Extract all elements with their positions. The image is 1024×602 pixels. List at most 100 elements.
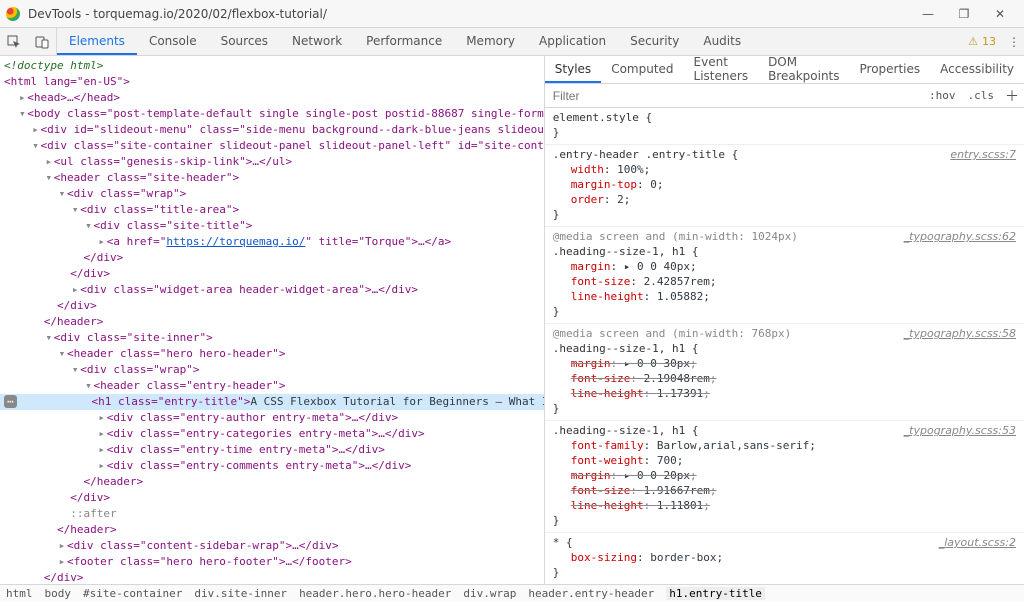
time-meta-node[interactable]: <div class="entry-time entry-meta">…</di… [107,443,385,456]
div-close-5: </div> [44,571,84,584]
crumb-wrap[interactable]: div.wrap [463,587,516,600]
css-declaration[interactable]: order: 2; [553,192,1016,207]
rule-source-link[interactable]: _typography.scss:58 [904,326,1016,341]
css-declaration[interactable]: box-sizing: border-box; [553,550,1016,565]
subtab-computed[interactable]: Computed [601,56,683,83]
rule-source-link[interactable]: entry.scss:7 [950,147,1016,162]
subtab-event-listeners[interactable]: Event Listeners [684,56,759,83]
selected-node-row[interactable]: ⋯ <h1 class="entry-title">A CSS Flexbox … [0,394,544,410]
crumb-body[interactable]: body [45,587,72,600]
cls-toggle[interactable]: .cls [962,89,1001,102]
css-declaration[interactable]: font-family: Barlow,arial,sans-serif; [553,438,1016,453]
subtab-dom-breakpoints[interactable]: DOM Breakpoints [758,56,849,83]
tab-audits[interactable]: Audits [691,28,753,55]
css-declaration[interactable]: margin: ▸ 0 0 20px; [553,468,1016,483]
rule-source-link[interactable]: _typography.scss:62 [904,229,1016,244]
torque-link-close: " title="Torque">…</a> [305,235,451,248]
css-rule[interactable]: entry.scss:7.entry-header .entry-title {… [545,145,1024,227]
tab-security[interactable]: Security [618,28,691,55]
rule-selector[interactable]: .heading--size-1, h1 { [553,244,1016,259]
rule-selector[interactable]: .heading--size-1, h1 { [553,341,1016,356]
minimize-button[interactable]: — [910,1,946,27]
author-meta-node[interactable]: <div class="entry-author entry-meta">…</… [107,411,398,424]
content-sidebar-node[interactable]: <div class="content-sidebar-wrap">…</div… [67,539,339,552]
crumb-entry-header[interactable]: header.entry-header [528,587,654,600]
rule-selector[interactable]: .entry-header .entry-title { [553,147,1016,162]
close-button[interactable]: ✕ [982,1,1018,27]
tab-sources[interactable]: Sources [209,28,280,55]
comments-meta-node[interactable]: <div class="entry-comments entry-meta">…… [107,459,412,472]
wrap-node-1[interactable]: <div class="wrap"> [67,187,186,200]
crumb-site-container[interactable]: #site-container [83,587,182,600]
slideout-menu-node[interactable]: <div id="slideout-menu" class="side-menu… [41,123,544,136]
tab-elements[interactable]: Elements [57,28,137,55]
subtab-styles[interactable]: Styles [545,56,601,83]
div-close-1: </div> [83,251,123,264]
maximize-button[interactable]: ❐ [946,1,982,27]
css-declaration[interactable]: font-size: 2.42857rem; [553,274,1016,289]
header-close-1: </header> [44,315,104,328]
widget-area-node[interactable]: <div class="widget-area header-widget-ar… [80,283,418,296]
css-declaration[interactable]: line-height: 1.17391; [553,386,1016,401]
elements-tree[interactable]: <!doctype html> <html lang="en-US"> ▸<he… [0,56,544,584]
device-toggle-icon[interactable] [28,28,56,55]
tab-performance[interactable]: Performance [354,28,454,55]
devtools-toolbar: Elements Console Sources Network Perform… [0,28,1024,56]
css-rule[interactable]: _typography.scss:53.heading--size-1, h1 … [545,421,1024,533]
css-declaration[interactable]: font-size: 2.19048rem; [553,371,1016,386]
header-close-2: </header> [83,475,143,488]
css-rule[interactable]: _typography.scss:62@media screen and (mi… [545,227,1024,324]
html-open[interactable]: <html lang="en-US"> [4,75,130,88]
subtab-properties[interactable]: Properties [850,56,931,83]
subtab-accessibility[interactable]: Accessibility [930,56,1024,83]
title-area-node[interactable]: <div class="title-area"> [80,203,239,216]
entry-header-node[interactable]: <header class="entry-header"> [93,379,285,392]
css-declaration[interactable]: margin: ▸ 0 0 40px; [553,259,1016,274]
css-declaration[interactable]: margin-top: 0; [553,177,1016,192]
new-style-rule-icon[interactable]: ＋ [1000,86,1024,106]
doctype-node[interactable]: <!doctype html> [4,59,103,72]
hov-toggle[interactable]: :hov [923,89,962,102]
crumb-entry-title[interactable]: h1.entry-title [666,587,765,600]
rule-source-link[interactable]: _layout.scss:2 [939,535,1016,550]
crumb-html[interactable]: html [6,587,33,600]
skip-link-node[interactable]: <ul class="genesis-skip-link">…</ul> [54,155,292,168]
inspect-icon[interactable] [0,28,28,55]
head-node[interactable]: <head>…</head> [27,91,120,104]
css-declaration[interactable]: font-weight: 700; [553,453,1016,468]
tab-network[interactable]: Network [280,28,354,55]
cats-meta-node[interactable]: <div class="entry-categories entry-meta"… [107,427,425,440]
torque-url[interactable]: https://torquemag.io/ [166,235,305,248]
site-inner-node[interactable]: <div class="site-inner"> [54,331,213,344]
css-declaration[interactable]: line-height: 1.05882; [553,289,1016,304]
crumb-site-inner[interactable]: div.site-inner [194,587,287,600]
css-declaration[interactable]: margin: ▸ 0 0 30px; [553,356,1016,371]
styles-pane[interactable]: element.style {}entry.scss:7.entry-heade… [545,108,1024,584]
css-rule[interactable]: element.style {} [545,108,1024,145]
hero-footer-node[interactable]: <footer class="hero hero-footer">…</foot… [67,555,352,568]
css-rule[interactable]: _layout.scss:2* {box-sizing: border-box;… [545,533,1024,584]
css-rule[interactable]: _typography.scss:58@media screen and (mi… [545,324,1024,421]
styles-filter-input[interactable] [545,89,923,103]
wrap-node-2[interactable]: <div class="wrap"> [80,363,199,376]
css-declaration[interactable]: line-height: 1.11801; [553,498,1016,513]
warning-count[interactable]: 13 [960,28,1004,55]
window-title: DevTools - torquemag.io/2020/02/flexbox-… [28,7,910,21]
after-pseudo[interactable]: ::after [70,507,116,520]
tab-application[interactable]: Application [527,28,618,55]
site-container-node[interactable]: <div class="site-container slideout-pane… [41,139,544,152]
site-title-node[interactable]: <div class="site-title"> [93,219,252,232]
tab-console[interactable]: Console [137,28,209,55]
css-declaration[interactable]: width: 100%; [553,162,1016,177]
kebab-menu-icon[interactable]: ⋮ [1004,28,1024,55]
body-node[interactable]: <body class="post-template-default singl… [27,107,544,120]
crumb-hero-header[interactable]: header.hero.hero-header [299,587,451,600]
breadcrumb[interactable]: html body #site-container div.site-inner… [0,584,1024,602]
tab-memory[interactable]: Memory [454,28,527,55]
rule-selector[interactable]: element.style { [553,110,1016,125]
rule-source-link[interactable]: _typography.scss:53 [904,423,1016,438]
css-declaration[interactable]: font-size: 1.91667rem; [553,483,1016,498]
torque-link-open[interactable]: <a href=" [107,235,167,248]
site-header-node[interactable]: <header class="site-header"> [54,171,239,184]
hero-header-node[interactable]: <header class="hero hero-header"> [67,347,286,360]
